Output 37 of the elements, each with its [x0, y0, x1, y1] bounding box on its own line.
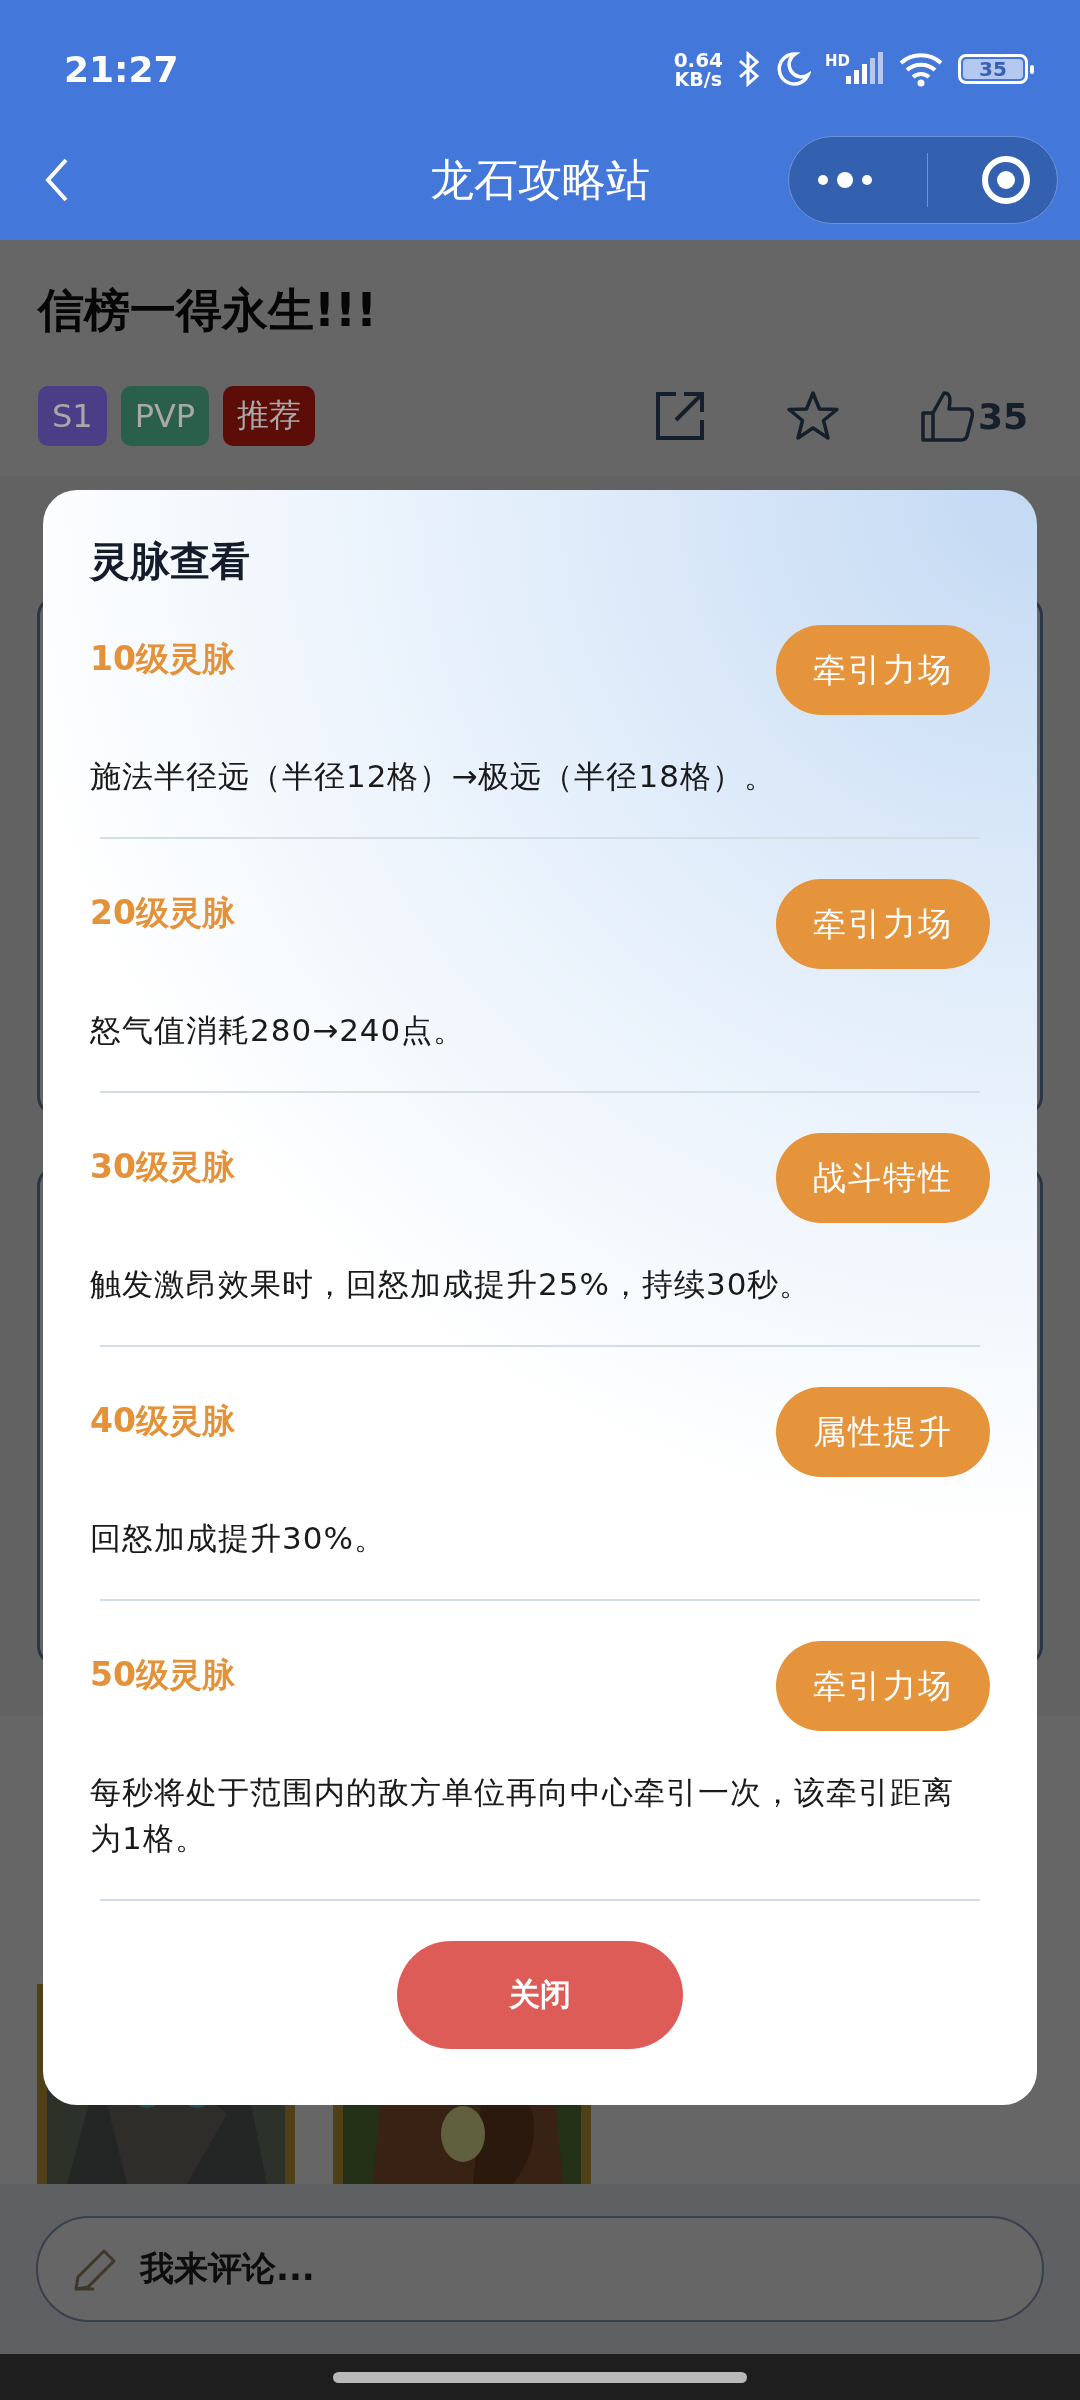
description: 每秒将处于范围内的敌方单位再向中心牵引一次，该牵引距离为1格。 [90, 1773, 955, 1858]
page-title: 龙石攻略站 [429, 152, 651, 207]
level-heading: 50级灵脉 [90, 1654, 235, 1696]
description: 回怒加成提升30%。 [90, 1519, 387, 1558]
share-icon[interactable] [653, 390, 706, 442]
tag: PVP [120, 386, 210, 446]
skill-tag: 战斗特性 [776, 1133, 990, 1223]
clock-time: 21:27 [64, 48, 179, 90]
tag: S1 [38, 386, 107, 446]
level-heading: 40级灵脉 [90, 1400, 235, 1442]
network-type: HD [825, 52, 850, 70]
speed-unit: KB/s [674, 69, 723, 89]
post-title: 信榜一得永生!!! [38, 282, 378, 339]
dialog-title: 灵脉查看 [90, 537, 251, 586]
network-speed: 0.64 [673, 49, 723, 70]
skill-tag: 牵引力场 [776, 625, 990, 715]
close-button[interactable]: 关闭 [397, 1941, 683, 2049]
home-indicator[interactable] [333, 2371, 747, 2383]
moon-icon [775, 51, 811, 87]
comment-field[interactable]: 我来评论... [36, 2216, 1044, 2322]
skill-tag: 牵引力场 [776, 1641, 990, 1731]
thumbs-up-icon[interactable] [919, 389, 974, 443]
tag: 推荐 [223, 386, 316, 446]
bluetooth-icon [737, 51, 761, 87]
star-icon[interactable] [785, 390, 840, 442]
close-target-icon[interactable] [980, 155, 1031, 205]
skill-tag: 属性提升 [776, 1387, 990, 1477]
description: 施法半径远（半径12格）→极远（半径18格）。 [90, 757, 777, 796]
wifi-icon [898, 51, 944, 87]
level-heading: 10级灵脉 [90, 638, 235, 680]
level-heading: 20级灵脉 [90, 892, 235, 934]
description: 触发激昂效果时，回怒加成提升25%，持续30秒。 [90, 1265, 813, 1304]
like-count: 35 [977, 395, 1028, 437]
skill-tag: 牵引力场 [776, 879, 990, 969]
back-icon[interactable] [44, 157, 70, 203]
level-heading: 30级灵脉 [90, 1146, 235, 1188]
description: 怒气值消耗280→240点。 [90, 1011, 467, 1050]
